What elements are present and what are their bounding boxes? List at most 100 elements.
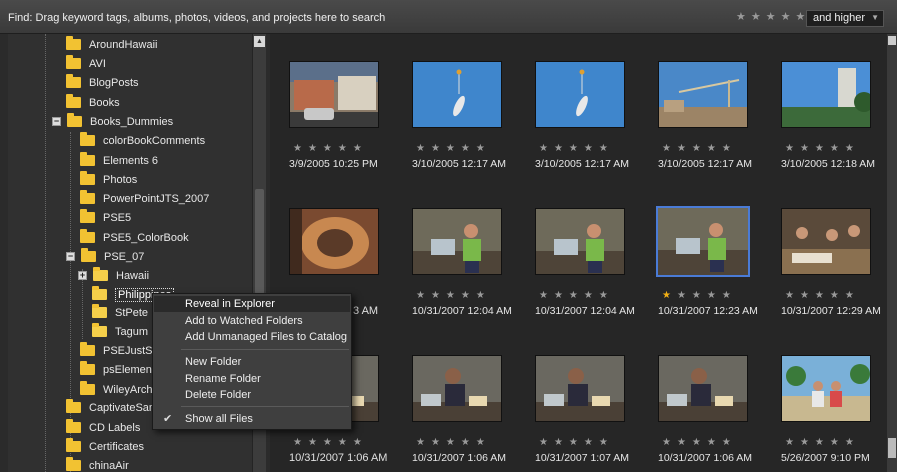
photo-thumbnail[interactable] <box>656 206 750 277</box>
folder-label: PSE5_ColorBook <box>103 231 189 244</box>
star-rating[interactable]: ★★★★★ <box>662 437 737 448</box>
star-rating[interactable]: ★★★★★ <box>662 143 737 154</box>
collapse-icon[interactable]: − <box>66 252 75 261</box>
folder-icon <box>66 36 81 50</box>
scrollbar-thumb[interactable] <box>255 189 264 294</box>
star-rating[interactable]: ★★★★★ <box>416 143 491 154</box>
rating-stars[interactable]: ★★★★★ <box>785 290 860 301</box>
photo-thumbnail[interactable] <box>781 61 871 128</box>
photo-grid[interactable]: ★★★★★ 3/9/2005 10:25 PM ★★★★★ 3/10/2005 12:… <box>270 34 887 472</box>
photo-thumbnail[interactable] <box>412 61 502 128</box>
folder-icon <box>92 323 107 337</box>
gold-star-icon[interactable]: ★ <box>662 290 677 301</box>
photo-thumbnail[interactable] <box>781 355 871 422</box>
rating-stars[interactable]: ★★★★★ <box>662 143 737 154</box>
photo-date: 3/10/2005 12:18 AM <box>781 158 875 170</box>
folder-label: Hawaii <box>116 269 150 282</box>
folder-label: AVI <box>89 57 106 70</box>
folder-item-captivatesamp[interactable]: CaptivateSamp <box>66 398 164 417</box>
folder-item-books-dummies[interactable]: − Books_Dummies <box>52 112 173 131</box>
rating-stars[interactable]: ★★★★★ <box>539 143 614 154</box>
photo-date: 10/31/2007 12:29 AM <box>781 305 881 317</box>
star-rating[interactable]: ★★★★★ <box>293 143 368 154</box>
rating-stars[interactable]: ★★★★★ <box>416 290 491 301</box>
star-rating[interactable]: ★★★★★ <box>662 290 737 301</box>
folder-item-hawaii[interactable]: + Hawaii <box>78 266 149 285</box>
folder-item-blogposts[interactable]: BlogPosts <box>66 73 139 92</box>
folder-item-powerpointjts-2007[interactable]: PowerPointJTS_2007 <box>80 189 209 208</box>
photo-thumbnail[interactable] <box>535 208 625 275</box>
rating-stars[interactable]: ★★★★ <box>677 290 737 301</box>
menu-item-show-all-files[interactable]: Show all Files <box>154 411 350 427</box>
star-rating[interactable]: ★★★★★ <box>416 290 491 301</box>
rating-stars[interactable]: ★★★★★ <box>785 143 860 154</box>
folder-label: Books_Dummies <box>90 115 174 128</box>
menu-item-add-unmanaged-files[interactable]: Add Unmanaged Files to Catalog <box>154 329 350 345</box>
folder-item-pse5[interactable]: PSE5 <box>80 208 131 227</box>
grid-scrollbar[interactable] <box>887 34 897 472</box>
folder-icon <box>80 381 95 395</box>
rating-stars[interactable]: ★★★★★ <box>293 143 368 154</box>
rating-stars[interactable]: ★★★★★ <box>662 437 737 448</box>
scroll-up-icon[interactable] <box>888 36 896 45</box>
scrollbar-thumb[interactable] <box>888 438 896 458</box>
photo-thumbnail[interactable] <box>781 208 871 275</box>
menu-item-reveal-in-explorer[interactable]: Reveal in Explorer <box>154 296 350 312</box>
rating-stars-filter[interactable]: ★★★★★ <box>736 10 810 23</box>
photo-thumbnail[interactable] <box>658 61 748 128</box>
folder-item-books[interactable]: Books <box>66 93 120 112</box>
folder-item-certificates[interactable]: Certificates <box>66 437 144 456</box>
folder-icon <box>80 132 95 146</box>
folder-item-avi[interactable]: AVI <box>66 54 106 73</box>
scroll-up-icon[interactable]: ▲ <box>254 36 265 47</box>
folder-icon <box>66 457 81 471</box>
menu-item-add-to-watched-folders[interactable]: Add to Watched Folders <box>154 313 350 329</box>
star-rating[interactable]: ★★★★★ <box>416 437 491 448</box>
photo-thumbnail[interactable] <box>535 61 625 128</box>
folder-item-colorbookcomments[interactable]: colorBookComments <box>80 131 205 150</box>
rating-stars[interactable]: ★★★★★ <box>785 437 860 448</box>
star-rating[interactable]: ★★★★★ <box>785 143 860 154</box>
folder-label: PowerPointJTS_2007 <box>103 192 210 205</box>
collapse-icon[interactable]: − <box>52 117 61 126</box>
rating-stars[interactable]: ★★★★★ <box>539 437 614 448</box>
folder-item-elements-6[interactable]: Elements 6 <box>80 151 158 170</box>
folder-item-cd-labels[interactable]: CD Labels <box>66 418 140 437</box>
menu-item-new-folder[interactable]: New Folder <box>154 354 350 370</box>
folder-item-aroundhawaii[interactable]: AroundHawaii <box>66 35 157 54</box>
folder-label: colorBookComments <box>103 134 206 147</box>
rating-stars[interactable]: ★★★★★ <box>416 437 491 448</box>
photo-thumbnail[interactable] <box>658 355 748 422</box>
folder-icon <box>67 113 82 127</box>
photo-thumbnail[interactable] <box>412 208 502 275</box>
folder-label: Certificates <box>89 440 145 453</box>
menu-item-delete-folder[interactable]: Delete Folder <box>154 387 350 403</box>
expand-icon[interactable]: + <box>78 271 87 280</box>
rating-stars[interactable]: ★★★★★ <box>416 143 491 154</box>
folder-item-photos[interactable]: Photos <box>80 170 137 189</box>
photo-thumbnail[interactable] <box>412 355 502 422</box>
photo-date: 10/31/2007 1:06 AM <box>289 452 388 464</box>
folder-icon <box>81 248 96 262</box>
folder-icon <box>80 190 95 204</box>
star-rating[interactable]: ★★★★★ <box>539 290 614 301</box>
folder-label: BlogPosts <box>89 76 139 89</box>
star-rating[interactable]: ★★★★★ <box>539 143 614 154</box>
menu-item-rename-folder[interactable]: Rename Folder <box>154 371 350 387</box>
rating-stars[interactable]: ★★★★★ <box>539 290 614 301</box>
folder-context-menu[interactable]: Reveal in Explorer Add to Watched Folder… <box>152 293 352 430</box>
star-rating[interactable]: ★★★★★ <box>785 437 860 448</box>
folder-item-pse-07[interactable]: − PSE_07 <box>66 247 144 266</box>
find-bar[interactable]: Find: Drag keyword tags, albums, photos,… <box>0 0 897 34</box>
folder-item-tagum[interactable]: Tagum <box>92 322 148 341</box>
rating-filter-dropdown[interactable]: and higher ▼ <box>806 10 884 27</box>
star-rating[interactable]: ★★★★★ <box>293 437 368 448</box>
folder-item-pse5-colorbook[interactable]: PSE5_ColorBook <box>80 228 189 247</box>
star-rating[interactable]: ★★★★★ <box>785 290 860 301</box>
photo-thumbnail[interactable] <box>535 355 625 422</box>
photo-thumbnail[interactable] <box>289 208 379 275</box>
photo-thumbnail[interactable] <box>289 61 379 128</box>
folder-item-chinaair[interactable]: chinaAir <box>66 456 129 472</box>
star-rating[interactable]: ★★★★★ <box>539 437 614 448</box>
folder-item-stpete[interactable]: StPete <box>92 303 148 322</box>
